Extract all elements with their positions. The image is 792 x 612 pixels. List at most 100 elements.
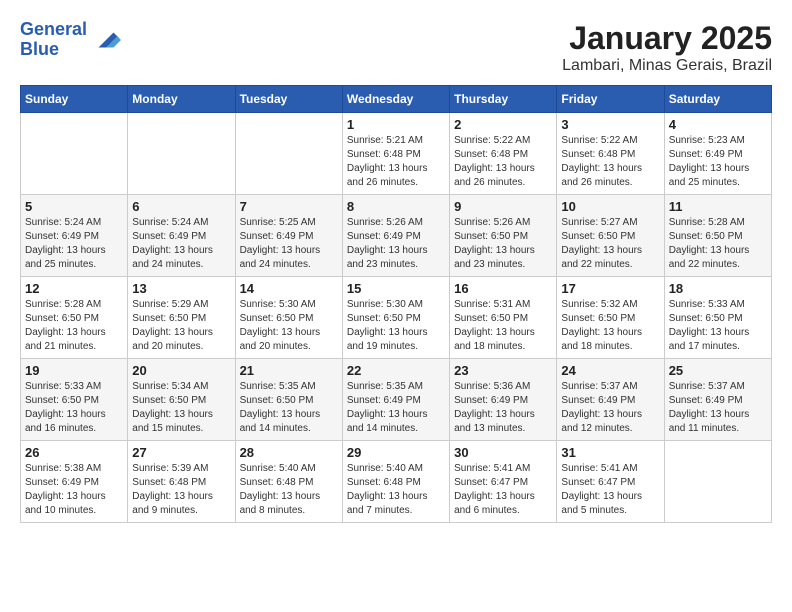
calendar-cell bbox=[235, 113, 342, 195]
day-number: 22 bbox=[347, 363, 445, 378]
day-info: Sunrise: 5:35 AM Sunset: 6:49 PM Dayligh… bbox=[347, 380, 445, 436]
day-number: 15 bbox=[347, 281, 445, 296]
day-number: 19 bbox=[25, 363, 123, 378]
calendar-cell bbox=[21, 113, 128, 195]
calendar-cell: 29 Sunrise: 5:40 AM Sunset: 6:48 PM Dayli… bbox=[342, 441, 449, 523]
calendar-cell: 21 Sunrise: 5:35 AM Sunset: 6:50 PM Dayli… bbox=[235, 359, 342, 441]
calendar-cell: 10 Sunrise: 5:27 AM Sunset: 6:50 PM Dayli… bbox=[557, 195, 664, 277]
calendar-cell: 15 Sunrise: 5:30 AM Sunset: 6:50 PM Dayli… bbox=[342, 277, 449, 359]
calendar-cell: 28Sunrise: 5:40 AM Sunset: 6:48 PM Dayli… bbox=[235, 441, 342, 523]
weekday-header: Friday bbox=[557, 86, 664, 113]
day-info: Sunrise: 5:22 AM Sunset: 6:48 PM Dayligh… bbox=[561, 134, 659, 190]
calendar-cell: 13 Sunrise: 5:29 AM Sunset: 6:50 PM Dayli… bbox=[128, 277, 235, 359]
day-info: Sunrise: 5:30 AM Sunset: 6:50 PM Dayligh… bbox=[240, 298, 338, 354]
day-info: Sunrise: 5:29 AM Sunset: 6:50 PM Dayligh… bbox=[132, 298, 230, 354]
day-info: Sunrise: 5:41 AM Sunset: 6:47 PM Dayligh… bbox=[561, 462, 659, 518]
day-info: Sunrise: 5:33 AM Sunset: 6:50 PM Dayligh… bbox=[25, 380, 123, 436]
day-number: 25 bbox=[669, 363, 767, 378]
calendar-week-row: 5 Sunrise: 5:24 AM Sunset: 6:49 PM Daylig… bbox=[21, 195, 772, 277]
day-number: 5 bbox=[25, 199, 123, 214]
day-number: 24 bbox=[561, 363, 659, 378]
day-info: Sunrise: 5:21 AM Sunset: 6:48 PM Dayligh… bbox=[347, 134, 445, 190]
calendar-cell: 12 Sunrise: 5:28 AM Sunset: 6:50 PM Dayli… bbox=[21, 277, 128, 359]
calendar-cell: 24 Sunrise: 5:37 AM Sunset: 6:49 PM Dayli… bbox=[557, 359, 664, 441]
day-info: Sunrise: 5:27 AM Sunset: 6:50 PM Dayligh… bbox=[561, 216, 659, 272]
day-info: Sunrise: 5:40 AM Sunset: 6:48 PM Dayligh… bbox=[240, 462, 338, 518]
day-number: 3 bbox=[561, 117, 659, 132]
day-number: 10 bbox=[561, 199, 659, 214]
calendar-week-row: 19 Sunrise: 5:33 AM Sunset: 6:50 PM Dayli… bbox=[21, 359, 772, 441]
calendar-cell: 6 Sunrise: 5:24 AM Sunset: 6:49 PM Daylig… bbox=[128, 195, 235, 277]
weekday-header: Monday bbox=[128, 86, 235, 113]
calendar-cell: 11Sunrise: 5:28 AM Sunset: 6:50 PM Dayli… bbox=[664, 195, 771, 277]
day-number: 31 bbox=[561, 445, 659, 460]
day-number: 1 bbox=[347, 117, 445, 132]
weekday-header: Tuesday bbox=[235, 86, 342, 113]
day-info: Sunrise: 5:28 AM Sunset: 6:50 PM Dayligh… bbox=[25, 298, 123, 354]
logo: General Blue bbox=[20, 20, 121, 60]
day-info: Sunrise: 5:26 AM Sunset: 6:50 PM Dayligh… bbox=[454, 216, 552, 272]
calendar-cell: 5 Sunrise: 5:24 AM Sunset: 6:49 PM Daylig… bbox=[21, 195, 128, 277]
calendar-cell: 19 Sunrise: 5:33 AM Sunset: 6:50 PM Dayli… bbox=[21, 359, 128, 441]
day-info: Sunrise: 5:38 AM Sunset: 6:49 PM Dayligh… bbox=[25, 462, 123, 518]
calendar-cell: 14 Sunrise: 5:30 AM Sunset: 6:50 PM Dayli… bbox=[235, 277, 342, 359]
day-number: 16 bbox=[454, 281, 552, 296]
calendar-cell: 30 Sunrise: 5:41 AM Sunset: 6:47 PM Dayli… bbox=[450, 441, 557, 523]
day-info: Sunrise: 5:32 AM Sunset: 6:50 PM Dayligh… bbox=[561, 298, 659, 354]
day-number: 12 bbox=[25, 281, 123, 296]
calendar-cell: 8Sunrise: 5:26 AM Sunset: 6:49 PM Daylig… bbox=[342, 195, 449, 277]
day-info: Sunrise: 5:24 AM Sunset: 6:49 PM Dayligh… bbox=[132, 216, 230, 272]
calendar-week-row: 12 Sunrise: 5:28 AM Sunset: 6:50 PM Dayli… bbox=[21, 277, 772, 359]
day-info: Sunrise: 5:36 AM Sunset: 6:49 PM Dayligh… bbox=[454, 380, 552, 436]
logo-line2: Blue bbox=[20, 39, 59, 59]
day-number: 14 bbox=[240, 281, 338, 296]
calendar-title: January 2025 bbox=[562, 20, 772, 57]
day-info: Sunrise: 5:34 AM Sunset: 6:50 PM Dayligh… bbox=[132, 380, 230, 436]
calendar-cell: 20Sunrise: 5:34 AM Sunset: 6:50 PM Dayli… bbox=[128, 359, 235, 441]
day-number: 21 bbox=[240, 363, 338, 378]
weekday-header: Thursday bbox=[450, 86, 557, 113]
day-info: Sunrise: 5:22 AM Sunset: 6:48 PM Dayligh… bbox=[454, 134, 552, 190]
day-number: 27 bbox=[132, 445, 230, 460]
day-number: 9 bbox=[454, 199, 552, 214]
title-block: January 2025 Lambari, Minas Gerais, Braz… bbox=[562, 20, 772, 75]
logo-icon bbox=[91, 25, 121, 55]
day-number: 7 bbox=[240, 199, 338, 214]
weekday-header: Sunday bbox=[21, 86, 128, 113]
day-info: Sunrise: 5:40 AM Sunset: 6:48 PM Dayligh… bbox=[347, 462, 445, 518]
calendar-cell bbox=[128, 113, 235, 195]
calendar-cell: 17Sunrise: 5:32 AM Sunset: 6:50 PM Dayli… bbox=[557, 277, 664, 359]
calendar-cell: 26 Sunrise: 5:38 AM Sunset: 6:49 PM Dayli… bbox=[21, 441, 128, 523]
calendar-cell: 18Sunrise: 5:33 AM Sunset: 6:50 PM Dayli… bbox=[664, 277, 771, 359]
logo-line1: General bbox=[20, 19, 87, 39]
day-info: Sunrise: 5:25 AM Sunset: 6:49 PM Dayligh… bbox=[240, 216, 338, 272]
day-number: 29 bbox=[347, 445, 445, 460]
day-number: 11 bbox=[669, 199, 767, 214]
day-number: 26 bbox=[25, 445, 123, 460]
logo-text: General Blue bbox=[20, 20, 87, 60]
calendar-cell: 9 Sunrise: 5:26 AM Sunset: 6:50 PM Daylig… bbox=[450, 195, 557, 277]
calendar-cell bbox=[664, 441, 771, 523]
day-number: 6 bbox=[132, 199, 230, 214]
day-info: Sunrise: 5:26 AM Sunset: 6:49 PM Dayligh… bbox=[347, 216, 445, 272]
calendar-body: 1 Sunrise: 5:21 AM Sunset: 6:48 PM Daylig… bbox=[21, 113, 772, 523]
calendar-week-row: 1 Sunrise: 5:21 AM Sunset: 6:48 PM Daylig… bbox=[21, 113, 772, 195]
calendar-week-row: 26 Sunrise: 5:38 AM Sunset: 6:49 PM Dayli… bbox=[21, 441, 772, 523]
calendar-cell: 7 Sunrise: 5:25 AM Sunset: 6:49 PM Daylig… bbox=[235, 195, 342, 277]
day-number: 13 bbox=[132, 281, 230, 296]
day-number: 23 bbox=[454, 363, 552, 378]
day-info: Sunrise: 5:35 AM Sunset: 6:50 PM Dayligh… bbox=[240, 380, 338, 436]
weekday-header: Saturday bbox=[664, 86, 771, 113]
calendar-cell: 27Sunrise: 5:39 AM Sunset: 6:48 PM Dayli… bbox=[128, 441, 235, 523]
day-info: Sunrise: 5:37 AM Sunset: 6:49 PM Dayligh… bbox=[561, 380, 659, 436]
calendar-subtitle: Lambari, Minas Gerais, Brazil bbox=[562, 57, 772, 75]
day-number: 30 bbox=[454, 445, 552, 460]
day-info: Sunrise: 5:37 AM Sunset: 6:49 PM Dayligh… bbox=[669, 380, 767, 436]
day-info: Sunrise: 5:24 AM Sunset: 6:49 PM Dayligh… bbox=[25, 216, 123, 272]
day-info: Sunrise: 5:23 AM Sunset: 6:49 PM Dayligh… bbox=[669, 134, 767, 190]
calendar-cell: 2Sunrise: 5:22 AM Sunset: 6:48 PM Daylig… bbox=[450, 113, 557, 195]
calendar-cell: 1 Sunrise: 5:21 AM Sunset: 6:48 PM Daylig… bbox=[342, 113, 449, 195]
day-number: 4 bbox=[669, 117, 767, 132]
day-info: Sunrise: 5:41 AM Sunset: 6:47 PM Dayligh… bbox=[454, 462, 552, 518]
day-info: Sunrise: 5:30 AM Sunset: 6:50 PM Dayligh… bbox=[347, 298, 445, 354]
